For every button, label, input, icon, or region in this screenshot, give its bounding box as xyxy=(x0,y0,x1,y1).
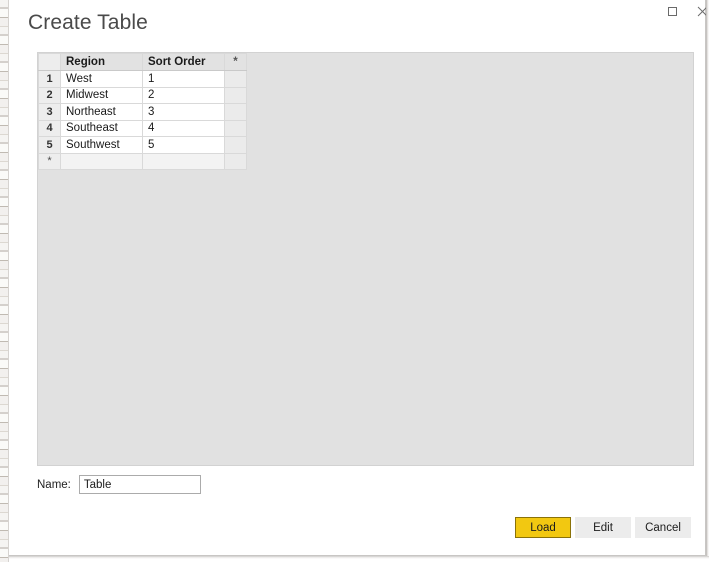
grid-select-all-corner[interactable] xyxy=(38,53,61,71)
cell-sort-order[interactable]: 2 xyxy=(142,86,225,104)
grid-header-row: Region Sort Order * xyxy=(38,53,247,71)
close-button[interactable] xyxy=(687,0,713,22)
background-window-sliver xyxy=(0,0,8,562)
cell-region[interactable]: Southwest xyxy=(60,136,143,154)
cell-sort-order[interactable]: 5 xyxy=(142,136,225,154)
row-number[interactable]: 4 xyxy=(38,119,61,137)
cell-region[interactable]: West xyxy=(60,70,143,88)
cell-new-column[interactable] xyxy=(224,86,247,104)
row-number[interactable]: 5 xyxy=(38,136,61,154)
cell-region-empty[interactable] xyxy=(60,152,143,170)
row-number[interactable]: 1 xyxy=(38,70,61,88)
create-table-dialog: Create Table Region Sort Order * 1 West … xyxy=(9,0,707,556)
dialog-footer: Load Edit Cancel xyxy=(9,517,706,541)
column-header-add-new[interactable]: * xyxy=(224,53,247,71)
cell-new-column[interactable] xyxy=(224,103,247,121)
cell-sort-order-empty[interactable] xyxy=(142,152,225,170)
cell-region[interactable]: Midwest xyxy=(60,86,143,104)
window-right-shadow xyxy=(706,0,709,556)
cell-sort-order[interactable]: 1 xyxy=(142,70,225,88)
cell-new-column[interactable] xyxy=(224,136,247,154)
cancel-button[interactable]: Cancel xyxy=(635,517,691,538)
column-header-sort-order[interactable]: Sort Order xyxy=(142,53,225,71)
maximize-button[interactable] xyxy=(657,0,687,22)
maximize-icon xyxy=(667,6,678,17)
row-number[interactable]: 2 xyxy=(38,86,61,104)
cell-region[interactable]: Northeast xyxy=(60,103,143,121)
name-label: Name: xyxy=(37,478,71,491)
table-row[interactable]: 5 Southwest 5 xyxy=(38,136,247,154)
table-name-input[interactable] xyxy=(78,475,201,494)
asterisk-icon: * xyxy=(47,155,52,168)
column-header-region[interactable]: Region xyxy=(60,53,143,71)
page-title: Create Table xyxy=(28,11,148,34)
table-editor-panel: Region Sort Order * 1 West 1 2 Midwest 2 xyxy=(37,52,694,466)
table-row[interactable]: 2 Midwest 2 xyxy=(38,86,247,104)
load-button[interactable]: Load xyxy=(515,517,571,538)
cell-new-column[interactable] xyxy=(224,119,247,137)
table-new-row[interactable]: * xyxy=(38,152,247,170)
cell-sort-order[interactable]: 3 xyxy=(142,103,225,121)
dialog-title-bar: Create Table xyxy=(9,0,707,46)
cell-region[interactable]: Southeast xyxy=(60,119,143,137)
cell-sort-order[interactable]: 4 xyxy=(142,119,225,137)
table-row[interactable]: 1 West 1 xyxy=(38,70,247,88)
new-row-marker[interactable]: * xyxy=(38,152,61,170)
window-bottom-shadow xyxy=(9,556,709,559)
cell-new-column[interactable] xyxy=(224,152,247,170)
table-row[interactable]: 4 Southeast 4 xyxy=(38,119,247,137)
cell-new-column[interactable] xyxy=(224,70,247,88)
row-number[interactable]: 3 xyxy=(38,103,61,121)
table-row[interactable]: 3 Northeast 3 xyxy=(38,103,247,121)
edit-button[interactable]: Edit xyxy=(575,517,631,538)
create-table-grid[interactable]: Region Sort Order * 1 West 1 2 Midwest 2 xyxy=(38,53,247,170)
table-name-row: Name: xyxy=(37,475,201,494)
